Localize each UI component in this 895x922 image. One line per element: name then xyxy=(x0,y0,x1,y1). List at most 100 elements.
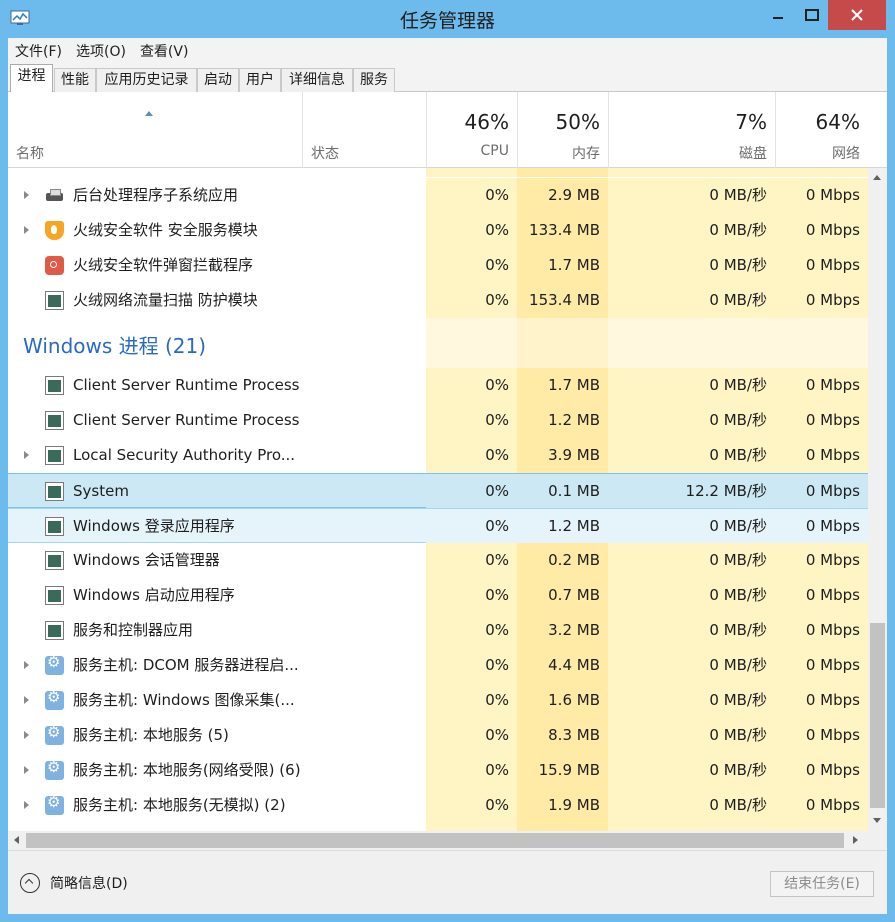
tab-performance[interactable]: 性能 xyxy=(54,68,96,92)
expand-chevron-icon[interactable] xyxy=(24,451,29,459)
process-row[interactable]: 0% 0.2 MB 0 MB/秒 0 Mbps Windows 会话管理器 xyxy=(8,543,868,578)
close-button[interactable] xyxy=(828,0,886,30)
process-cpu-value: 0% xyxy=(426,368,517,403)
process-name: 火绒安全软件 安全服务模块 xyxy=(73,221,258,239)
window-app-icon xyxy=(45,517,64,536)
gear-icon xyxy=(45,723,64,745)
column-network[interactable]: 64% 网络 xyxy=(775,92,868,168)
menu-view[interactable]: 查看(V) xyxy=(133,41,196,61)
scroll-up-icon[interactable] xyxy=(873,175,881,180)
partial-cell xyxy=(608,168,775,177)
column-status[interactable]: 状态 xyxy=(302,92,426,168)
group-cell xyxy=(517,318,608,368)
expand-chevron-icon[interactable] xyxy=(24,696,29,704)
process-name: 服务主机: 本地服务(网络受限) (6) xyxy=(73,761,301,779)
process-net-value: 0 Mbps xyxy=(775,283,868,318)
process-name: Windows 启动应用程序 xyxy=(73,586,235,604)
process-name: 服务主机: 本地服务(无模拟) (2) xyxy=(73,796,286,814)
process-cpu-value: 0% xyxy=(426,248,517,283)
tab-app-history[interactable]: 应用历史记录 xyxy=(96,68,197,92)
process-cpu-value: 0% xyxy=(426,718,517,753)
process-row[interactable]: 0% 0.7 MB 0 MB/秒 0 Mbps Windows 启动应用程序 xyxy=(8,578,868,613)
tab-users[interactable]: 用户 xyxy=(239,68,281,92)
process-mem-value: 2.9 MB xyxy=(517,178,608,213)
minimize-button[interactable] xyxy=(760,0,796,30)
process-disk-value: 0 MB/秒 xyxy=(608,718,775,753)
process-name: System xyxy=(73,482,129,500)
tab-startup[interactable]: 启动 xyxy=(197,68,239,92)
column-name[interactable]: 名称 xyxy=(8,92,302,168)
process-mem-value: 0.2 MB xyxy=(517,543,608,578)
process-list: 0% 2.9 MB 0 MB/秒 0 Mbps 后台处理程序子系统应用 0% 133.4 M… xyxy=(8,168,868,831)
process-disk-value: 0 MB/秒 xyxy=(608,283,775,318)
horizontal-scroll-thumb[interactable] xyxy=(26,833,844,848)
expand-chevron-icon[interactable] xyxy=(24,801,29,809)
column-memory[interactable]: 50% 内存 xyxy=(517,92,608,168)
expand-chevron-icon[interactable] xyxy=(24,661,29,669)
process-name: Client Server Runtime Process xyxy=(73,376,300,394)
end-task-button[interactable]: 结束任务(E) xyxy=(770,871,874,897)
process-row[interactable]: 0% 153.4 MB 0 MB/秒 0 Mbps 火绒网络流量扫描 防护模块 xyxy=(8,283,868,318)
process-row[interactable]: 0%15.9 MB0 MB/秒0 Mbps 服务主机: 本地服务(网络受限) (6… xyxy=(8,753,868,788)
process-cpu-value: 0% xyxy=(426,683,517,718)
scroll-right-icon[interactable] xyxy=(853,836,858,844)
process-row[interactable]: 0% 2.9 MB 0 MB/秒 0 Mbps 后台处理程序子系统应用 xyxy=(8,178,868,213)
vertical-scrollbar[interactable] xyxy=(868,168,887,831)
column-cpu[interactable]: 46% CPU xyxy=(426,92,517,168)
process-row[interactable]: 0% 1.7 MB 0 MB/秒 0 Mbps 火绒安全软件弹窗拦截程序 xyxy=(8,248,868,283)
process-row[interactable]: 0%1.6 MB0 MB/秒0 Mbps 服务主机: Windows 图像采集(.… xyxy=(8,683,868,718)
process-row[interactable]: 0% 1.2 MB 0 MB/秒 0 Mbps Client Server Runtim… xyxy=(8,403,868,438)
process-net-value: 0 Mbps xyxy=(775,718,868,753)
group-header-windows-processes[interactable]: Windows 进程 (21) xyxy=(8,318,868,368)
process-mem-value: 0.7 MB xyxy=(517,578,608,613)
process-cpu-value: 0% xyxy=(426,213,517,248)
process-cpu-value: 0% xyxy=(426,578,517,613)
vertical-scroll-thumb[interactable] xyxy=(870,623,885,808)
column-network-label: 网络 xyxy=(832,146,860,162)
disk-total-percent: 7% xyxy=(735,110,767,134)
tab-processes[interactable]: 进程 xyxy=(10,64,53,93)
process-cpu-value: 0% xyxy=(426,648,517,683)
window-app-icon xyxy=(45,586,64,605)
process-row[interactable]: 0%1.9 MB0 MB/秒0 Mbps 服务主机: 本地服务(无模拟) (2) xyxy=(8,788,868,823)
process-cpu-value: 0% xyxy=(426,753,517,788)
menu-options[interactable]: 选项(O) xyxy=(69,41,133,61)
window-app-icon xyxy=(45,291,64,310)
expand-chevron-icon[interactable] xyxy=(24,191,29,199)
window-app-icon xyxy=(45,621,64,640)
expand-chevron-icon[interactable] xyxy=(24,731,29,739)
collapse-chevron-icon xyxy=(20,873,40,893)
process-row[interactable]: 0% 0.1 MB 12.2 MB/秒 0 Mbps System xyxy=(8,473,868,509)
title-bar[interactable]: 任务管理器 xyxy=(0,0,895,38)
partial-cell xyxy=(775,168,868,177)
process-row[interactable]: 0% 3.2 MB 0 MB/秒 0 Mbps 服务和控制器应用 xyxy=(8,613,868,648)
column-header: 名称 状态 46% CPU 50% 内存 7% 磁盘 64% 网络 xyxy=(8,92,887,168)
column-disk[interactable]: 7% 磁盘 xyxy=(608,92,775,168)
scroll-down-icon[interactable] xyxy=(873,818,881,823)
process-row[interactable]: 0% 1.2 MB 0 MB/秒 0 Mbps Windows 登录应用程序 xyxy=(8,508,868,544)
process-row[interactable]: 0% 133.4 MB 0 MB/秒 0 Mbps 火绒安全软件 安全服务模块 xyxy=(8,213,868,248)
process-net-value: 0 Mbps xyxy=(775,648,868,683)
process-row-partial xyxy=(8,168,868,177)
tab-details[interactable]: 详细信息 xyxy=(281,68,353,92)
tab-services[interactable]: 服务 xyxy=(353,68,395,92)
process-row[interactable]: 0%4.4 MB0 MB/秒0 Mbps 服务主机: DCOM 服务器进程启... xyxy=(8,648,868,683)
maximize-button[interactable] xyxy=(796,0,828,30)
horizontal-scrollbar[interactable] xyxy=(8,831,868,850)
process-row[interactable]: 0%8.3 MB0 MB/秒0 Mbps 服务主机: 本地服务 (5) xyxy=(8,718,868,753)
expand-chevron-icon[interactable] xyxy=(24,226,29,234)
menu-file[interactable]: 文件(F) xyxy=(8,41,69,61)
expand-chevron-icon[interactable] xyxy=(24,766,29,774)
process-row[interactable]: 0% 1.7 MB 0 MB/秒 0 Mbps Client Server Runtim… xyxy=(8,368,868,403)
partial-cell xyxy=(608,823,775,831)
scroll-left-icon[interactable] xyxy=(14,836,19,844)
process-mem-value: 8.3 MB xyxy=(517,718,608,753)
window-app-icon xyxy=(45,551,64,570)
minimize-icon xyxy=(773,17,783,19)
fewer-details-button[interactable]: 简略信息(D) xyxy=(20,873,128,893)
gear-icon xyxy=(45,758,64,780)
process-disk-value: 0 MB/秒 xyxy=(608,403,775,438)
process-name: 火绒安全软件弹窗拦截程序 xyxy=(73,256,254,274)
group-cell xyxy=(426,318,517,368)
process-row[interactable]: 0% 3.9 MB 0 MB/秒 0 Mbps Local Security Autho… xyxy=(8,438,868,473)
